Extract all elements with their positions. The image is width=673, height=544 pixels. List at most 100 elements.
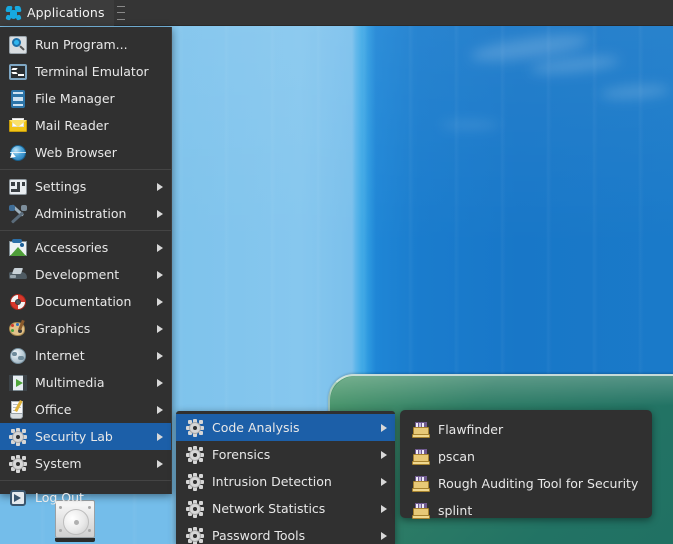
- applications-menu-label: Applications: [27, 5, 105, 20]
- menu-item-run-program[interactable]: Run Program...: [0, 31, 171, 58]
- gear-icon: [9, 454, 27, 473]
- menu-item-label: Rough Auditing Tool for Security: [438, 476, 639, 491]
- submenu-arrow-icon: [157, 459, 163, 468]
- menu-item-label: Graphics: [35, 321, 91, 336]
- menu-item-label: Password Tools: [212, 528, 306, 543]
- menu-item-label: Documentation: [35, 294, 132, 309]
- submenu-arrow-icon: [157, 243, 163, 252]
- security-lab-item-password-tools[interactable]: Password Tools: [176, 522, 395, 544]
- submenu-arrow-icon: [157, 209, 163, 218]
- menu-separator: [0, 230, 171, 231]
- gear-icon: [186, 418, 204, 437]
- menu-item-log-out[interactable]: Log Out: [0, 484, 171, 511]
- security-lab-submenu: Code Analysis Forensics Intrusion Detectio…: [176, 411, 395, 544]
- code-analysis-item-splint[interactable]: splint: [400, 497, 652, 524]
- submenu-arrow-icon: [157, 182, 163, 191]
- menu-item-label: Administration: [35, 206, 127, 221]
- menu-item-label: Multimedia: [35, 375, 105, 390]
- menu-item-label: Development: [35, 267, 120, 282]
- internet-icon: [9, 347, 27, 365]
- menu-item-file-manager[interactable]: File Manager: [0, 85, 171, 112]
- mail-icon: [9, 117, 27, 135]
- cloud-wisp: [599, 83, 671, 101]
- submenu-arrow-icon: [381, 531, 387, 540]
- web-browser-icon: [9, 144, 27, 162]
- administration-icon: [9, 203, 27, 224]
- documentation-icon: [9, 293, 27, 311]
- panel-handle-icon[interactable]: [116, 5, 125, 20]
- menu-item-mail-reader[interactable]: Mail Reader: [0, 112, 171, 139]
- submenu-arrow-icon: [157, 405, 163, 414]
- menu-item-graphics[interactable]: Graphics: [0, 315, 171, 342]
- security-lab-item-forensics[interactable]: Forensics: [176, 441, 395, 468]
- menu-item-label: Mail Reader: [35, 118, 109, 133]
- code-analysis-item-rough-auditing-tool-for-security[interactable]: Rough Auditing Tool for Security: [400, 470, 652, 497]
- settings-icon: [9, 178, 27, 196]
- security-lab-item-network-statistics[interactable]: Network Statistics: [176, 495, 395, 522]
- menu-item-development[interactable]: Development: [0, 261, 171, 288]
- gear-icon: [186, 499, 204, 518]
- gear-icon: [186, 526, 204, 544]
- menu-separator: [0, 480, 171, 481]
- menu-item-terminal-emulator[interactable]: Terminal Emulator: [0, 58, 171, 85]
- menu-item-system[interactable]: System: [0, 450, 171, 477]
- application-icon: [412, 502, 430, 520]
- menu-item-label: Network Statistics: [212, 501, 326, 516]
- menu-item-multimedia[interactable]: Multimedia: [0, 369, 171, 396]
- multimedia-icon: [9, 374, 27, 392]
- menu-item-label: Settings: [35, 179, 87, 194]
- application-icon: [412, 421, 430, 439]
- menu-item-label: Office: [35, 402, 72, 417]
- submenu-arrow-icon: [381, 504, 387, 513]
- submenu-arrow-icon: [381, 477, 387, 486]
- logout-icon: [9, 489, 27, 507]
- menu-item-label: splint: [438, 503, 473, 518]
- menu-item-security-lab[interactable]: Security Lab: [0, 423, 171, 450]
- menu-item-label: File Manager: [35, 91, 115, 106]
- menu-item-web-browser[interactable]: Web Browser: [0, 139, 171, 166]
- menu-item-label: Run Program...: [35, 37, 128, 52]
- menu-item-office[interactable]: Office: [0, 396, 171, 423]
- application-icon: [412, 475, 430, 493]
- menu-item-label: pscan: [438, 449, 475, 464]
- code-analysis-item-flawfinder[interactable]: Flawfinder: [400, 416, 652, 443]
- code-analysis-submenu: Flawfinder pscan Rough Auditing Tool for S…: [400, 410, 652, 519]
- development-icon: [9, 266, 27, 284]
- security-lab-item-intrusion-detection[interactable]: Intrusion Detection: [176, 468, 395, 495]
- menu-item-label: System: [35, 456, 82, 471]
- gear-icon: [186, 472, 204, 491]
- submenu-arrow-icon: [157, 351, 163, 360]
- menu-item-settings[interactable]: Settings: [0, 173, 171, 200]
- graphics-icon: [9, 319, 27, 338]
- menu-item-label: Internet: [35, 348, 85, 363]
- menu-item-label: Log Out: [35, 490, 84, 505]
- menu-item-label: Intrusion Detection: [212, 474, 332, 489]
- menu-item-accessories[interactable]: Accessories: [0, 234, 171, 261]
- applications-root-menu: Run Program... Terminal Emulator File Mana…: [0, 27, 172, 506]
- cloud-wisp: [440, 120, 500, 130]
- submenu-arrow-icon: [157, 432, 163, 441]
- submenu-arrow-icon: [157, 378, 163, 387]
- accessories-icon: [9, 238, 27, 257]
- xfce-mouse-icon: [5, 5, 22, 21]
- application-icon: [412, 448, 430, 466]
- submenu-arrow-icon: [157, 297, 163, 306]
- cloud-wisp: [529, 53, 621, 77]
- menu-separator: [0, 169, 171, 170]
- menu-item-internet[interactable]: Internet: [0, 342, 171, 369]
- menu-item-documentation[interactable]: Documentation: [0, 288, 171, 315]
- menu-item-label: Flawfinder: [438, 422, 504, 437]
- applications-menu-button[interactable]: Applications: [0, 0, 114, 26]
- code-analysis-item-pscan[interactable]: pscan: [400, 443, 652, 470]
- menu-item-label: Terminal Emulator: [35, 64, 149, 79]
- top-panel: Applications: [0, 0, 673, 26]
- security-lab-item-code-analysis[interactable]: Code Analysis: [176, 414, 395, 441]
- gear-icon: [186, 445, 204, 464]
- office-icon: [9, 399, 27, 419]
- menu-item-label: Web Browser: [35, 145, 117, 160]
- menu-item-administration[interactable]: Administration: [0, 200, 171, 227]
- submenu-arrow-icon: [157, 270, 163, 279]
- terminal-icon: [9, 63, 27, 81]
- magnifier-icon: [9, 35, 27, 54]
- file-manager-icon: [9, 89, 27, 108]
